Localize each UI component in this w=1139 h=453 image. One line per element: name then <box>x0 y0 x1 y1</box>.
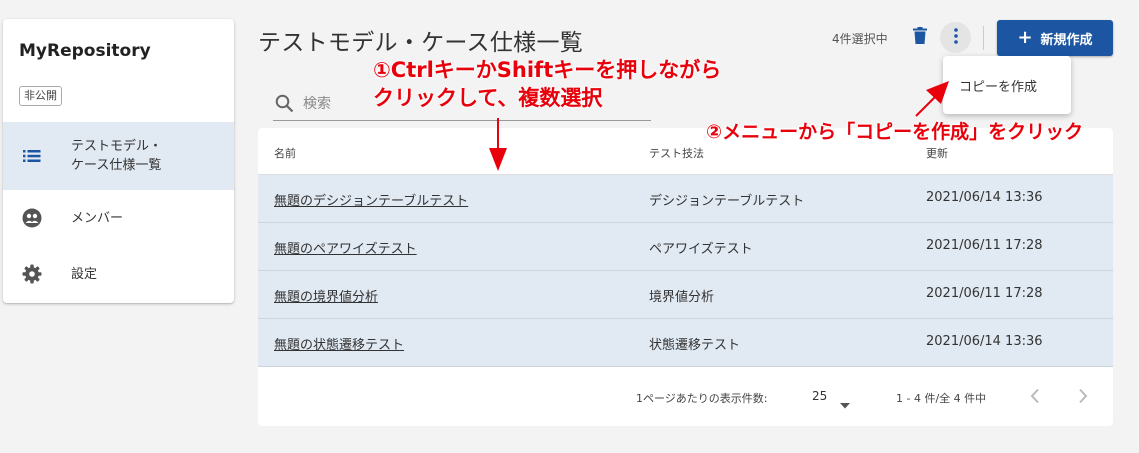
repository-name: MyRepository <box>19 41 151 61</box>
new-create-button[interactable]: + 新規作成 <box>997 20 1113 56</box>
dropdown-arrow-icon[interactable] <box>840 394 850 413</box>
row-updated: 2021/06/11 17:28 <box>926 286 1043 301</box>
context-menu: コピーを作成 <box>943 56 1071 114</box>
pagination-range: 1 - 4 件/全 4 件中 <box>896 392 987 405</box>
annotation-step1-line1: ①CtrlキーかShiftキーを押しながら <box>373 58 722 82</box>
annotation-step1-line2: クリックして、複数選択 <box>373 86 603 110</box>
search-icon <box>275 94 294 117</box>
sidebar-item-label: テストモデル・ ケース仕様一覧 <box>71 139 163 173</box>
page-title: テストモデル・ケース仕様一覧 <box>258 30 584 56</box>
annotation-step2: ②メニューから「コピーを作成」をクリック <box>706 121 1084 143</box>
toolbar-divider <box>983 26 984 50</box>
list-icon <box>21 145 43 167</box>
table-row[interactable]: 無題のデシジョンテーブルテスト デシジョンテーブルテスト 2021/06/14 … <box>258 175 1113 223</box>
annotation-arrow-upright-icon <box>915 81 949 117</box>
row-name-link[interactable]: 無題の状態遷移テスト <box>274 334 404 353</box>
row-technique: 状態遷移テスト <box>649 338 741 353</box>
sidebar-item-members[interactable]: メンバー <box>3 190 234 246</box>
row-name-link[interactable]: 無題のペアワイズテスト <box>274 238 417 257</box>
row-updated: 2021/06/14 13:36 <box>926 190 1043 205</box>
selection-count: 4件選択中 <box>832 32 888 46</box>
table-card: 名前 テスト技法 更新 無題のデシジョンテーブルテスト デシジョンテーブルテスト… <box>258 128 1113 426</box>
chevron-left-icon[interactable] <box>1030 388 1040 408</box>
rows-per-page-select[interactable]: 25 <box>812 389 827 403</box>
chevron-right-icon[interactable] <box>1078 388 1088 408</box>
menu-item-copy[interactable]: コピーを作成 <box>959 76 1037 95</box>
table-row[interactable]: 無題のペアワイズテスト ペアワイズテスト 2021/06/11 17:28 <box>258 223 1113 271</box>
table-row[interactable]: 無題の境界値分析 境界値分析 2021/06/11 17:28 <box>258 271 1113 319</box>
gear-icon <box>21 263 43 285</box>
row-technique: 境界値分析 <box>649 290 715 305</box>
table-row[interactable]: 無題の状態遷移テスト 状態遷移テスト 2021/06/14 13:36 <box>258 319 1113 367</box>
sidebar-item-settings[interactable]: 設定 <box>3 246 234 302</box>
row-name-link[interactable]: 無題の境界値分析 <box>274 286 378 305</box>
sidebar: MyRepository 非公開 テストモデル・ ケース仕様一覧 メンバー 設定 <box>3 19 234 303</box>
more-menu-button[interactable] <box>940 22 971 53</box>
row-updated: 2021/06/11 17:28 <box>926 238 1043 253</box>
sidebar-item-label: 設定 <box>71 266 98 282</box>
rows-per-page-label: 1ページあたりの表示件数: <box>636 392 768 405</box>
column-header-name[interactable]: 名前 <box>274 145 296 161</box>
annotation-step1: ①CtrlキーかShiftキーを押しながら クリックして、複数選択 <box>373 56 721 112</box>
column-header-technique[interactable]: テスト技法 <box>649 145 704 161</box>
delete-button[interactable] <box>907 24 933 50</box>
members-icon <box>21 207 43 229</box>
visibility-badge: 非公開 <box>19 86 62 106</box>
row-name-link[interactable]: 無題のデシジョンテーブルテスト <box>274 190 468 209</box>
new-create-label: 新規作成 <box>1040 32 1093 48</box>
more-vert-icon <box>953 27 958 48</box>
column-header-updated[interactable]: 更新 <box>926 145 948 161</box>
row-updated: 2021/06/14 13:36 <box>926 334 1043 349</box>
row-technique: ペアワイズテスト <box>649 242 753 257</box>
row-technique: デシジョンテーブルテスト <box>649 194 805 209</box>
plus-icon: + <box>1017 27 1033 48</box>
annotation-arrow-down-icon <box>489 118 507 171</box>
sidebar-item-label: メンバー <box>71 210 124 226</box>
sidebar-item-model-list[interactable]: テストモデル・ ケース仕様一覧 <box>3 122 234 190</box>
trash-icon <box>913 26 927 48</box>
